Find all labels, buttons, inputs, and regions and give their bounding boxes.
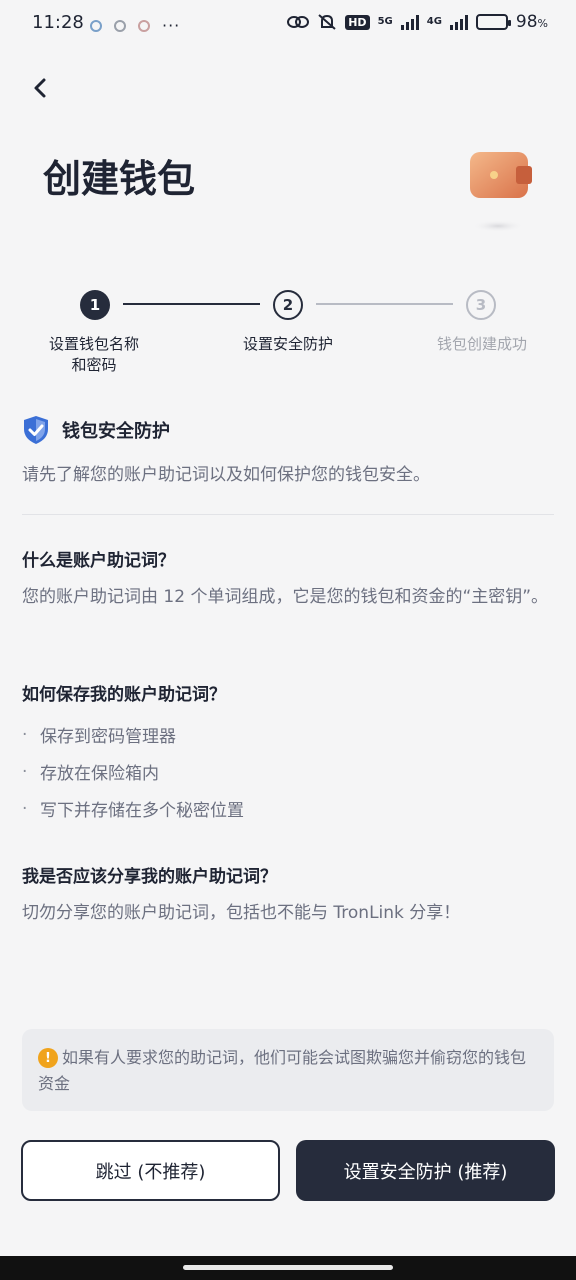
list-item: · 写下并存储在多个秘密位置 bbox=[22, 798, 244, 822]
hd-voice-icon: HD bbox=[345, 14, 370, 30]
step-3-label: 钱包创建成功 bbox=[436, 335, 527, 353]
page-title: 创建钱包 bbox=[43, 157, 196, 201]
set-security-button[interactable]: 设置安全防护 (推荐) bbox=[296, 1140, 555, 1201]
signal-icon bbox=[449, 14, 468, 30]
divider bbox=[22, 514, 554, 515]
faq-question: 如何保存我的账户助记词？ bbox=[22, 685, 226, 705]
more-notifications-icon: ··· bbox=[162, 16, 181, 35]
security-title: 钱包安全防护 bbox=[62, 421, 170, 442]
status-bar: 11:28 ··· HD 5G 4G 98% bbox=[0, 0, 576, 48]
system-status-icons: HD 5G 4G 98% bbox=[287, 12, 548, 32]
warning-banner: ! 如果有人要求您的助记词，他们可能会试图欺骗您并偷窃您的钱包资金 bbox=[22, 1029, 554, 1111]
network-4g-icon: 4G bbox=[426, 16, 442, 27]
app-notification-icon bbox=[90, 19, 102, 32]
faq-question: 什么是账户助记词？ bbox=[22, 551, 175, 571]
step-1-indicator: 1 bbox=[80, 290, 110, 320]
skip-button[interactable]: 跳过 (不推荐) bbox=[21, 1140, 280, 1201]
faq-question: 我是否应该分享我的账户助记词？ bbox=[22, 867, 277, 887]
signal-icon bbox=[400, 14, 419, 30]
notification-icons: ··· bbox=[90, 16, 180, 35]
security-description: 请先了解您的账户助记词以及如何保护您的钱包安全。 bbox=[22, 465, 430, 485]
faq-answer: 切勿分享您的账户助记词，包括也不能与 TronLink 分享！ bbox=[22, 903, 461, 923]
step-2-label: 设置安全防护 bbox=[242, 335, 333, 353]
wallet-illustration-icon bbox=[470, 152, 532, 232]
mute-icon bbox=[318, 14, 336, 30]
app-notification-icon bbox=[138, 19, 150, 32]
step-connector bbox=[123, 303, 260, 305]
battery-icon bbox=[475, 14, 511, 30]
progress-steps: 1 2 3 设置钱包名称和密码 设置安全防护 钱包创建成功 bbox=[0, 286, 576, 386]
list-item: · 存放在保险箱内 bbox=[22, 761, 159, 785]
security-heading: 钱包安全防护 bbox=[22, 414, 170, 446]
back-arrow-icon[interactable] bbox=[26, 72, 58, 104]
shield-check-icon bbox=[24, 416, 48, 444]
battery-percent: 98% bbox=[515, 12, 548, 32]
step-2-indicator: 2 bbox=[273, 290, 303, 320]
network-5g-icon: 5G bbox=[377, 16, 393, 27]
step-connector bbox=[316, 303, 453, 305]
faq-answer: 您的账户助记词由 12 个单词组成，它是您的钱包和资金的“主密钥”。 bbox=[22, 587, 549, 607]
home-gesture-handle[interactable] bbox=[183, 1265, 393, 1270]
step-3-indicator: 3 bbox=[466, 290, 496, 320]
save-methods-list: · 保存到密码管理器 · 存放在保险箱内 · 写下并存储在多个秘密位置 bbox=[22, 716, 244, 827]
app-notification-icon bbox=[114, 19, 126, 32]
status-time: 11:28 bbox=[32, 12, 84, 33]
warning-text: 如果有人要求您的助记词，他们可能会试图欺骗您并偷窃您的钱包资金 bbox=[38, 1048, 527, 1093]
list-item: · 保存到密码管理器 bbox=[22, 724, 176, 748]
step-1-label: 设置钱包名称和密码 bbox=[48, 335, 139, 374]
link-icon bbox=[287, 16, 310, 28]
system-nav-bar bbox=[0, 1256, 576, 1280]
